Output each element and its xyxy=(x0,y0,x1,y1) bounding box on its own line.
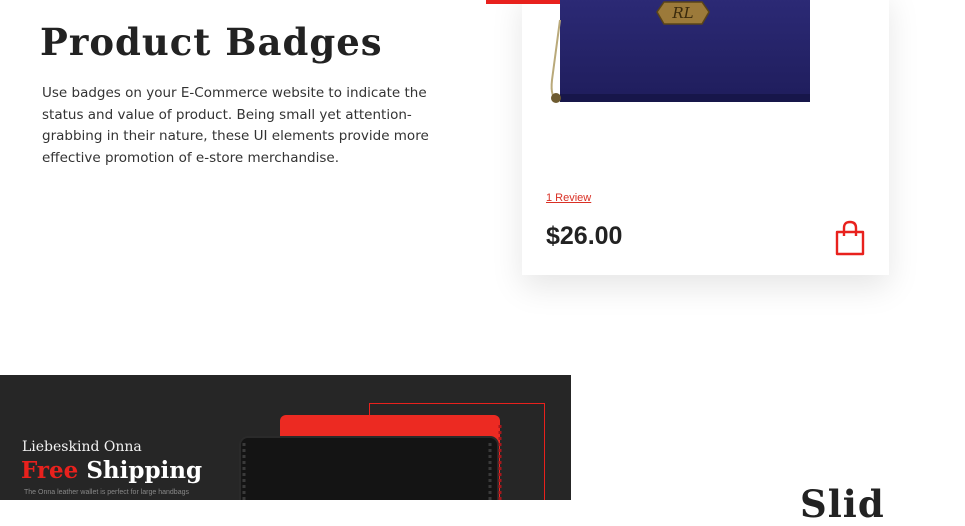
section-description: Use badges on your E-Commerce website to… xyxy=(42,85,429,166)
next-section-title: Slid xyxy=(800,482,885,526)
review-link[interactable]: 1 Review xyxy=(546,192,591,204)
promo-banner[interactable]: Liebeskind Onna Free Shipping The Onna l… xyxy=(0,375,571,500)
banner-kicker: Liebeskind Onna xyxy=(22,439,142,455)
brand-logo-text: RL xyxy=(671,4,693,22)
product-price: $26.00 xyxy=(546,222,623,250)
wallet-product-image[interactable]: RL xyxy=(548,0,813,105)
brand-logo-plate: RL xyxy=(656,1,710,25)
banner-headline-rest: Shipping xyxy=(78,457,203,484)
banner-headline: Free Shipping xyxy=(21,457,202,484)
banner-caption: The Onna leather wallet is perfect for l… xyxy=(24,489,189,496)
banner-wallet-image xyxy=(239,415,502,500)
section-title: Product Badges xyxy=(40,20,383,64)
shopping-bag-icon[interactable] xyxy=(834,220,866,256)
banner-headline-accent: Free xyxy=(21,457,79,484)
